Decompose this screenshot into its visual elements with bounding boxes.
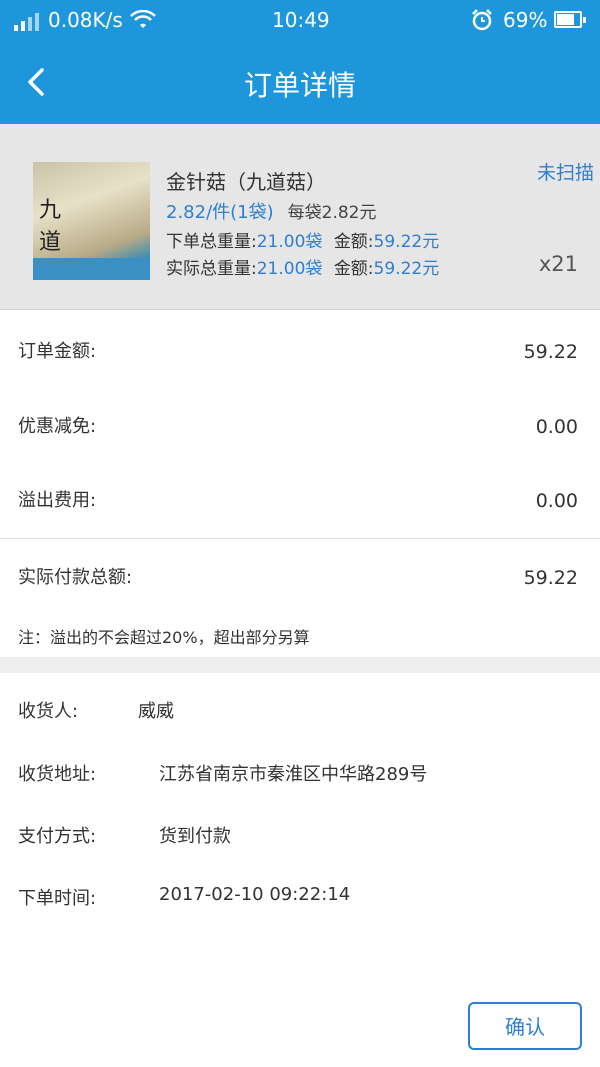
- product-quantity: x21: [538, 252, 578, 276]
- actual-total-value: 59.22: [523, 567, 578, 589]
- clock: 10:49: [272, 8, 330, 32]
- network-speed: 0.08K/s: [48, 8, 123, 32]
- payment-value: 货到付款: [159, 826, 231, 847]
- order-weight-line: 下单总重量:21.00袋 金额:59.22元: [166, 232, 440, 252]
- status-bar: 0.08K/s 10:49 69%: [0, 0, 600, 42]
- page-title: 订单详情: [243, 69, 356, 102]
- confirm-button[interactable]: 确认: [468, 1002, 582, 1050]
- signal-icon: [14, 13, 39, 31]
- actual-weight-amount: 59.22元: [373, 259, 440, 279]
- order-time-row: 下单时间: 2017-02-10 09:22:14: [18, 884, 351, 909]
- product-card[interactable]: 九道 金针菇（九道菇） 未扫描 2.82/件(1袋) 每袋2.82元 下单总重量:…: [0, 124, 600, 310]
- order-amount-value: 59.22: [523, 341, 578, 363]
- wifi-icon: [130, 10, 156, 28]
- alarm-icon: [472, 9, 492, 31]
- battery-percent: 69%: [503, 8, 548, 32]
- discount-row: 优惠减免: 0.00: [0, 390, 600, 464]
- section-gap: [0, 657, 600, 673]
- scan-status: 未扫描: [536, 162, 594, 184]
- order-weight-amount: 59.22元: [373, 232, 440, 252]
- overflow-fee-row: 溢出费用: 0.00: [0, 464, 600, 538]
- receiver-name: 威威: [138, 701, 174, 722]
- battery-icon: [554, 11, 586, 28]
- address-row: 收货地址: 江苏省南京市秦淮区中华路289号: [18, 760, 427, 786]
- address-value: 江苏省南京市秦淮区中华路289号: [159, 764, 428, 785]
- payment-row: 支付方式: 货到付款: [18, 822, 231, 848]
- order-time-value: 2017-02-10 09:22:14: [159, 884, 351, 905]
- actual-weight: 21.00袋: [256, 259, 323, 279]
- order-amount-row: 订单金额: 59.22: [0, 315, 600, 389]
- unit-price: 2.82/件(1袋): [166, 202, 274, 223]
- nav-bar: 订单详情: [0, 42, 600, 124]
- product-image: 九道: [33, 162, 150, 280]
- actual-total-row: 实际付款总额: 59.22: [0, 541, 600, 615]
- order-weight: 21.00袋: [256, 232, 323, 252]
- product-price-line: 2.82/件(1袋) 每袋2.82元: [166, 198, 377, 224]
- receiver-row: 收货人: 威威: [18, 697, 174, 723]
- product-name: 金针菇（九道菇）: [166, 170, 326, 194]
- actual-weight-line: 实际总重量:21.00袋 金额:59.22元: [166, 259, 440, 279]
- overflow-fee-value: 0.00: [535, 490, 578, 512]
- divider: [0, 538, 600, 539]
- overflow-note: 注：溢出的不会超过20%，超出部分另算: [18, 628, 310, 647]
- per-bag-price: 每袋2.82元: [287, 203, 377, 223]
- discount-value: 0.00: [535, 416, 578, 438]
